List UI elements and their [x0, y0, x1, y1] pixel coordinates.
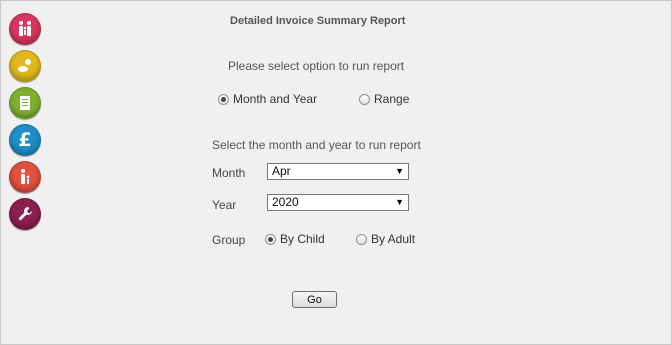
page-title: Detailed Invoice Summary Report: [230, 15, 406, 27]
group-label: Group: [212, 233, 246, 247]
wrench-icon: [18, 207, 32, 221]
by-child-option[interactable]: By Child: [265, 232, 325, 246]
month-year-prompt: Select the month and year to run report: [212, 138, 421, 152]
family-icon: [19, 21, 31, 36]
go-button[interactable]: Go: [292, 291, 337, 308]
document-icon: [20, 96, 30, 110]
range-radio[interactable]: [359, 93, 370, 105]
sidebar-item-family[interactable]: [9, 13, 41, 45]
chevron-down-icon: ▼: [395, 166, 404, 176]
year-value: 2020: [272, 195, 299, 209]
adult-child-icon: [21, 169, 30, 184]
by-adult-option[interactable]: By Adult: [356, 232, 415, 246]
sidebar-item-baby[interactable]: [9, 50, 41, 82]
month-select[interactable]: Apr ▼: [267, 163, 409, 180]
by-adult-label: By Adult: [371, 232, 416, 246]
year-select[interactable]: 2020 ▼: [267, 194, 409, 211]
report-panel: £ Detailed Invoice Summary Report Please…: [0, 0, 672, 345]
by-child-label: By Child: [280, 232, 325, 246]
range-option[interactable]: Range: [359, 92, 409, 106]
by-adult-radio[interactable]: [356, 233, 367, 245]
by-child-radio[interactable]: [265, 233, 276, 245]
month-value: Apr: [272, 164, 291, 178]
report-option-prompt: Please select option to run report: [228, 59, 405, 73]
month-year-option[interactable]: Month and Year: [218, 92, 317, 106]
month-year-label: Month and Year: [233, 92, 318, 106]
baby-icon: [18, 59, 31, 72]
sidebar-item-settings[interactable]: [9, 198, 41, 230]
sidebar-item-adult-child[interactable]: [9, 161, 41, 193]
month-year-radio[interactable]: [218, 93, 229, 105]
range-label: Range: [374, 92, 410, 106]
year-label: Year: [212, 198, 237, 212]
chevron-down-icon: ▼: [395, 197, 404, 207]
sidebar-item-finance[interactable]: £: [9, 124, 41, 156]
pound-icon: £: [18, 128, 32, 151]
sidebar-item-document[interactable]: [9, 87, 41, 119]
month-label: Month: [212, 166, 246, 180]
sidebar-nav: £: [9, 13, 41, 235]
